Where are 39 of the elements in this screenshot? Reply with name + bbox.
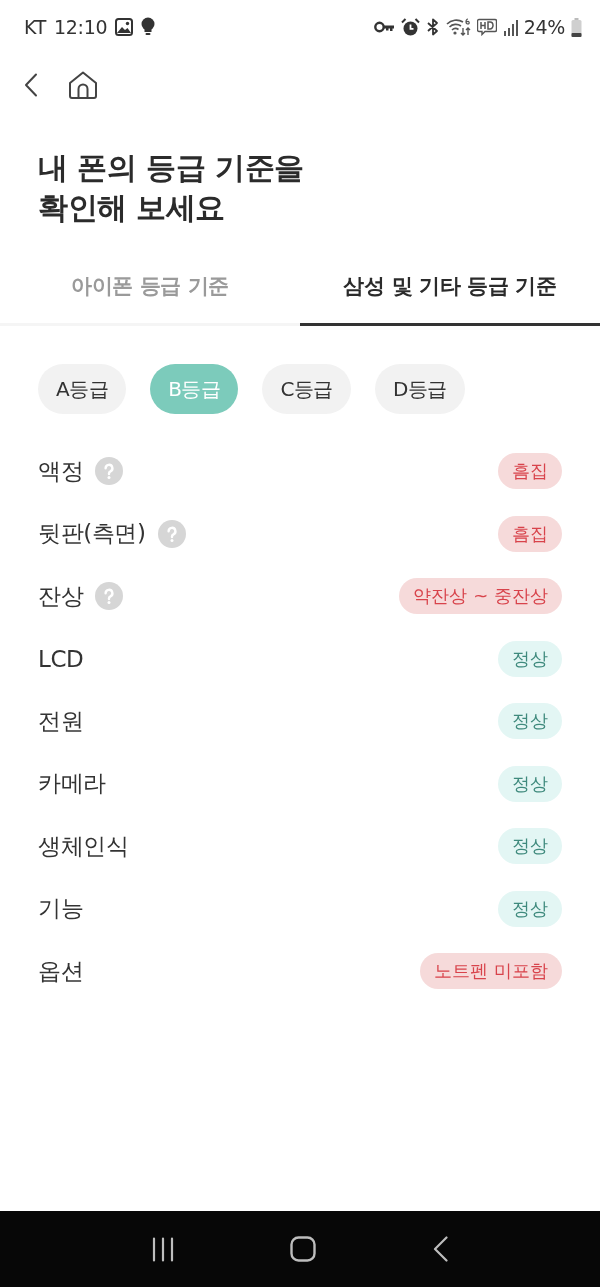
status-badge: 정상 bbox=[498, 640, 562, 677]
lightbulb-icon bbox=[141, 17, 156, 37]
criterion-label: 뒷판(측면) bbox=[38, 519, 146, 549]
grade-chip[interactable]: C등급 bbox=[262, 364, 351, 414]
criterion-label: LCD bbox=[38, 645, 84, 672]
criterion-label: 카메라 bbox=[38, 769, 106, 799]
battery-icon bbox=[571, 17, 582, 37]
bluetooth-icon bbox=[425, 18, 440, 36]
back-button-icon[interactable] bbox=[432, 1236, 448, 1262]
criterion-label: 전원 bbox=[38, 706, 84, 736]
grade-chip[interactable]: D등급 bbox=[374, 364, 465, 414]
wifi-icon bbox=[445, 17, 471, 37]
status-badge: 약잔상 ~ 중잔상 bbox=[399, 578, 562, 615]
back-icon[interactable] bbox=[24, 73, 38, 97]
page-title: 내 폰의 등급 기준을 확인해 보세요 bbox=[38, 149, 304, 227]
key-icon bbox=[373, 21, 395, 33]
status-badge: 정상 bbox=[498, 765, 562, 802]
grade-chip[interactable]: A등급 bbox=[38, 364, 127, 414]
hd-voice-icon bbox=[476, 18, 497, 36]
home-icon[interactable] bbox=[68, 71, 98, 99]
carrier-text: KT bbox=[24, 16, 46, 38]
status-badge: 노트펜 미포함 bbox=[420, 953, 562, 990]
status-badge: 정상 bbox=[498, 890, 562, 927]
status-badge: 정상 bbox=[498, 703, 562, 740]
home-button-icon[interactable] bbox=[290, 1236, 317, 1262]
image-icon bbox=[115, 18, 134, 36]
criterion-label: 잔상 bbox=[38, 581, 84, 611]
battery-percent-text: 24% bbox=[523, 16, 565, 38]
status-badge: 정상 bbox=[498, 828, 562, 865]
signal-icon bbox=[502, 18, 518, 36]
criterion-label: 액정 bbox=[38, 456, 84, 486]
recent-apps-icon[interactable] bbox=[152, 1236, 175, 1262]
status-badge: 흠집 bbox=[498, 453, 562, 490]
status-badge: 흠집 bbox=[498, 515, 562, 552]
clock-text: 12:10 bbox=[54, 16, 108, 38]
criterion-label: 기능 bbox=[38, 894, 84, 924]
criterion-label: 생체인식 bbox=[38, 831, 129, 861]
alarm-icon bbox=[400, 17, 420, 37]
criterion-label: 옵션 bbox=[38, 956, 84, 986]
